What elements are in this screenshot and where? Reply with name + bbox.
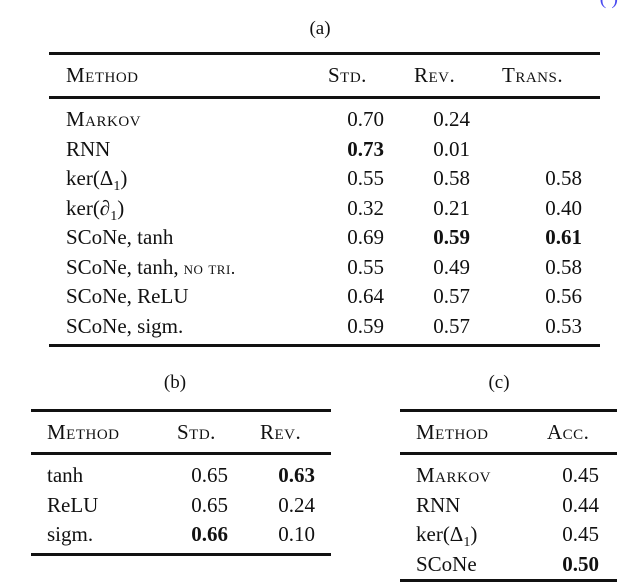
table-c-header-acc: Acc. [547, 420, 590, 444]
table-c-bottom-rule [400, 579, 617, 582]
rev-cell: 0.59 [433, 225, 470, 249]
rev-cell: 0.24 [278, 492, 315, 517]
method-cell: ker(∂1) [66, 195, 125, 224]
table-b-bottom-rule [31, 553, 331, 556]
table-b-header-rev: Rev. [260, 420, 302, 444]
table-a-caption: (a) [309, 18, 331, 39]
acc-cell: 0.45 [562, 463, 599, 487]
table-c-mid-rule [400, 452, 617, 455]
method-cell: SCoNe, ReLU [66, 284, 189, 308]
std-cell: 0.64 [347, 284, 384, 308]
method-cell: SCoNe [416, 551, 477, 576]
table-b-caption: (b) [163, 372, 187, 393]
table-c-header-method: Method [416, 420, 489, 444]
rev-cell: 0.57 [433, 313, 470, 338]
method-cell: ReLU [47, 492, 99, 517]
method-cell: sigm. [47, 522, 94, 546]
reference-link[interactable]: ( ) [600, 0, 618, 10]
method-suffix: no tri. [178, 257, 236, 278]
method-cell: ker(Δ1) [66, 166, 128, 195]
table-c-top-rule [400, 409, 617, 412]
method-cell: RNN [66, 136, 111, 161]
table-a-top-rule [49, 52, 600, 55]
acc-cell: 0.45 [562, 522, 599, 546]
trans-cell: 0.58 [545, 254, 582, 279]
std-cell: 0.66 [191, 522, 228, 546]
std-cell: 0.59 [347, 313, 384, 338]
table-a-header-method: Method [66, 63, 139, 87]
std-cell: 0.73 [347, 136, 384, 161]
rev-cell: 0.58 [433, 166, 470, 190]
trans-cell: 0.58 [545, 166, 582, 190]
rev-cell: 0.24 [433, 107, 470, 131]
std-cell: 0.69 [347, 225, 384, 249]
table-c-caption: (c) [488, 372, 510, 393]
rev-cell: 0.63 [278, 463, 315, 487]
rev-cell: 0.01 [433, 136, 470, 161]
trans-cell: 0.61 [545, 225, 582, 249]
std-cell: 0.55 [347, 254, 384, 279]
method-cell: ker(Δ1) [416, 522, 478, 551]
method-cell: Markov [416, 463, 492, 487]
acc-cell: 0.50 [562, 551, 599, 576]
table-a-mid-rule [49, 96, 600, 99]
method-cell: RNN [416, 492, 461, 517]
std-cell: 0.65 [191, 492, 228, 517]
trans-cell: 0.53 [545, 313, 582, 338]
std-cell: 0.55 [347, 166, 384, 190]
table-a-header-rev: Rev. [414, 63, 456, 87]
rev-cell: 0.49 [433, 254, 470, 279]
method-cell: SCoNe, tanh [66, 225, 174, 249]
method-cell: tanh [47, 463, 84, 487]
std-cell: 0.32 [347, 195, 384, 220]
table-a-bottom-rule [49, 344, 600, 347]
trans-cell: 0.40 [545, 195, 582, 220]
acc-cell: 0.44 [562, 492, 599, 517]
rev-cell: 0.10 [278, 522, 315, 546]
trans-cell: 0.56 [545, 284, 582, 308]
table-a-header-trans: Trans. [502, 63, 564, 87]
std-cell: 0.65 [191, 463, 228, 487]
table-a-header-std: Std. [328, 63, 367, 87]
table-b-header-method: Method [47, 420, 120, 444]
rev-cell: 0.21 [433, 195, 470, 220]
method-cell: Markov [66, 107, 142, 131]
table-b-header-std: Std. [177, 420, 216, 444]
method-cell: SCoNe, sigm. [66, 313, 184, 338]
std-cell: 0.70 [347, 107, 384, 131]
rev-cell: 0.57 [433, 284, 470, 308]
table-b-top-rule [31, 409, 331, 412]
table-b-mid-rule [31, 452, 331, 455]
method-cell: SCoNe, tanh, no tri. [66, 254, 236, 279]
